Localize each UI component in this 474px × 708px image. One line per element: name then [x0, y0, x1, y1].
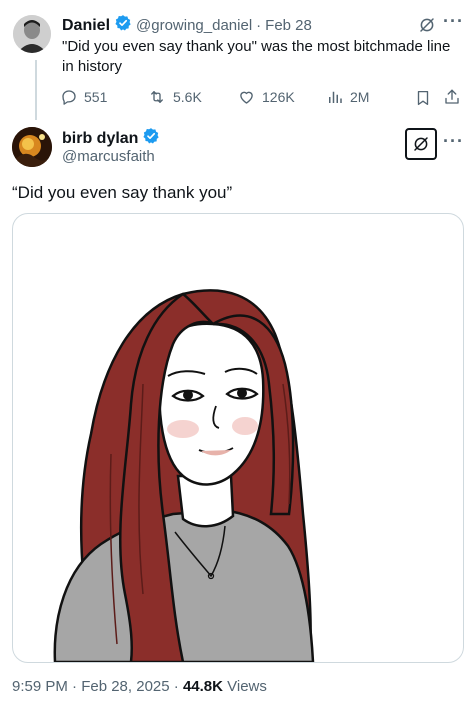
- daniel-avatar[interactable]: [13, 15, 51, 53]
- views-button[interactable]: 2M: [326, 88, 369, 106]
- birb-dylan-avatar[interactable]: [12, 127, 52, 167]
- quoted-handle[interactable]: @growing_daniel: [136, 17, 252, 34]
- views-icon: [329, 91, 342, 103]
- quoted-date[interactable]: Feb 28: [265, 17, 312, 34]
- retweet-button[interactable]: 5.6K: [147, 88, 202, 106]
- bookmark-icon[interactable]: [414, 88, 432, 113]
- main-author-name[interactable]: birb dylan: [62, 130, 138, 148]
- tweet-media-image[interactable]: [12, 213, 464, 663]
- views-count: 2M: [350, 89, 370, 105]
- main-handle[interactable]: @marcusfaith: [62, 148, 155, 165]
- grok-icon[interactable]: [405, 128, 437, 160]
- more-options-icon[interactable]: ···: [443, 132, 464, 150]
- share-icon[interactable]: [443, 87, 461, 112]
- views-label: Views: [222, 678, 267, 695]
- separator-dot: ·: [256, 17, 262, 34]
- retweet-count: 5.6K: [173, 89, 202, 105]
- reply-button[interactable]: 551: [60, 88, 107, 106]
- quoted-author-name[interactable]: Daniel: [62, 17, 110, 35]
- like-button[interactable]: 126K: [237, 88, 295, 106]
- verified-badge-icon: [114, 14, 132, 37]
- verified-badge-icon: [142, 127, 160, 150]
- tweet-timestamp[interactable]: 9:59 PM · Feb 28, 2025 ·: [12, 678, 183, 695]
- reply-count: 551: [84, 89, 108, 105]
- grok-icon[interactable]: [418, 16, 436, 39]
- views-number: 44.8K: [182, 678, 223, 695]
- more-options-icon[interactable]: ···: [443, 12, 464, 30]
- thread-connector-line: [35, 60, 37, 120]
- girl-illustration: [53, 289, 315, 662]
- main-tweet-text: “Did you even say thank you”: [12, 183, 233, 202]
- retweet-icon: [151, 91, 163, 103]
- quoted-tweet-text: "Did you even say thank you" was the mos…: [62, 38, 451, 75]
- reply-icon: [62, 90, 76, 105]
- like-count: 126K: [262, 89, 295, 105]
- like-icon: [240, 91, 253, 104]
